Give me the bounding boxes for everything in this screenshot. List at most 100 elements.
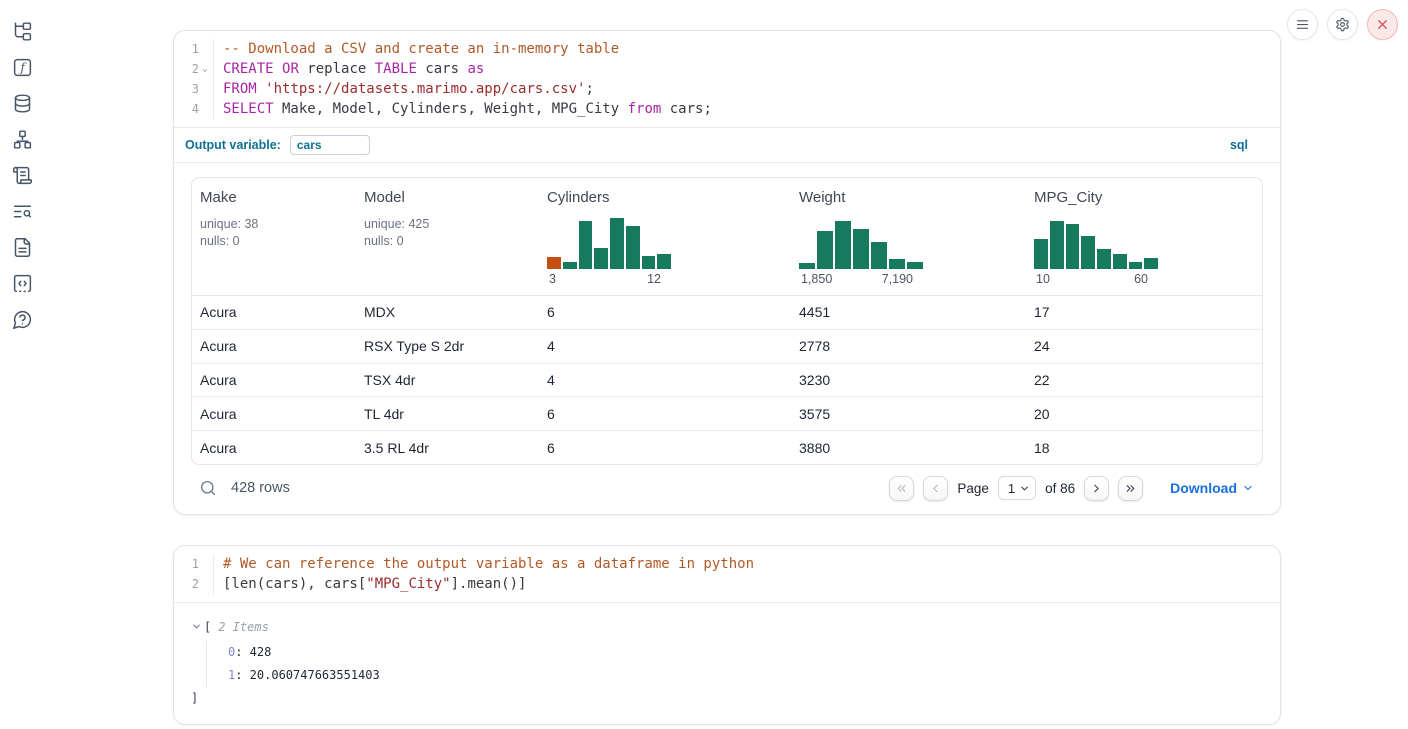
histogram-bar[interactable] bbox=[853, 229, 869, 269]
previous-page-button[interactable] bbox=[923, 476, 948, 501]
page-number-select[interactable]: 1 bbox=[998, 476, 1036, 500]
table-cell: Acura bbox=[192, 330, 356, 363]
table-cell: 22 bbox=[1026, 364, 1262, 397]
search-icon[interactable] bbox=[199, 479, 217, 497]
settings-button[interactable] bbox=[1327, 9, 1358, 40]
histogram-bar[interactable] bbox=[1097, 249, 1111, 269]
column-name: MPG_City bbox=[1034, 189, 1102, 206]
table-cell: 4 bbox=[539, 364, 791, 397]
column-histogram: 3 12 bbox=[547, 217, 671, 286]
output-entry: 1: 20.060747663551403 bbox=[228, 664, 1264, 687]
page-total-label: of 86 bbox=[1045, 481, 1075, 496]
histogram-bar[interactable] bbox=[835, 221, 851, 269]
dependency-graph-icon[interactable] bbox=[11, 128, 33, 150]
column-stat: nulls: 0 bbox=[200, 233, 258, 250]
output-variable-input[interactable] bbox=[290, 135, 370, 155]
language-badge[interactable]: sql bbox=[1230, 138, 1248, 152]
column-header-model[interactable]: Modelunique: 425nulls: 0 bbox=[356, 178, 539, 295]
column-header-mpg_city[interactable]: MPG_City1060 bbox=[1026, 178, 1262, 295]
table-cell: TSX 4dr bbox=[356, 364, 539, 397]
chevron-right-icon bbox=[1090, 482, 1103, 495]
next-page-button[interactable] bbox=[1084, 476, 1109, 501]
table-row[interactable]: AcuraRSX Type S 2dr4277824 bbox=[192, 329, 1262, 363]
table-row[interactable]: AcuraMDX6445117 bbox=[192, 296, 1262, 329]
axis-max-label: 12 bbox=[647, 272, 661, 286]
histogram-bar[interactable] bbox=[799, 263, 815, 269]
histogram-bar[interactable] bbox=[579, 221, 593, 269]
file-tree-icon[interactable] bbox=[11, 20, 33, 42]
token-kw: CREATE bbox=[223, 61, 274, 77]
column-header-weight[interactable]: Weight 1,8507,190 bbox=[791, 178, 1026, 295]
chevron-down-icon bbox=[1242, 482, 1254, 494]
axis-min-label: 3 bbox=[549, 272, 556, 286]
python-code-editor[interactable]: 1# We can reference the output variable … bbox=[174, 546, 1280, 602]
histogram-bar[interactable] bbox=[626, 226, 640, 269]
download-label: Download bbox=[1170, 480, 1237, 496]
column-header-cylinders[interactable]: Cylinders312 bbox=[539, 178, 791, 295]
menu-button[interactable] bbox=[1287, 9, 1318, 40]
column-header-make[interactable]: Makeunique: 38nulls: 0 bbox=[192, 178, 356, 295]
token-plain: ; bbox=[585, 81, 593, 97]
fold-icon[interactable]: ⌄ bbox=[199, 59, 211, 79]
histogram-bar[interactable] bbox=[889, 259, 905, 269]
shutdown-button[interactable] bbox=[1367, 9, 1398, 40]
histogram-bar[interactable] bbox=[1144, 258, 1158, 269]
histogram-bar[interactable] bbox=[1034, 239, 1048, 269]
histogram-axis-labels: 1,8507,190 bbox=[799, 269, 923, 286]
histogram-bar[interactable] bbox=[657, 254, 671, 269]
last-page-button[interactable] bbox=[1118, 476, 1143, 501]
line-number: 2 bbox=[192, 574, 199, 594]
token-kw: SELECT bbox=[223, 101, 274, 117]
token-plain: [len(cars), cars[ bbox=[223, 576, 366, 592]
gutter: 1 bbox=[174, 554, 211, 574]
gutter: 1 bbox=[174, 39, 211, 59]
help-icon[interactable] bbox=[11, 308, 33, 330]
histogram-bar[interactable] bbox=[1081, 236, 1095, 269]
sidebar: f bbox=[0, 0, 44, 330]
token-comment: -- Download a CSV and create an in-memor… bbox=[223, 41, 619, 57]
document-icon[interactable] bbox=[11, 236, 33, 258]
table-row[interactable]: AcuraTSX 4dr4323022 bbox=[192, 363, 1262, 397]
histogram-bar[interactable] bbox=[563, 262, 577, 269]
page-label: Page bbox=[957, 481, 989, 496]
scroll-icon[interactable] bbox=[11, 164, 33, 186]
database-icon[interactable] bbox=[11, 92, 33, 114]
table-cell: 6 bbox=[539, 431, 791, 464]
histogram-bar[interactable] bbox=[817, 231, 833, 269]
histogram-bar[interactable] bbox=[907, 262, 923, 269]
code-line: 1 -- Download a CSV and create an in-memo… bbox=[174, 39, 1280, 59]
code-line: 2[len(cars), cars["MPG_City"].mean()] bbox=[174, 574, 1280, 594]
column-name: Weight bbox=[799, 189, 845, 206]
histogram-bar[interactable] bbox=[1113, 254, 1127, 269]
gutter: 2⌄ bbox=[174, 59, 211, 79]
table-row[interactable]: AcuraTL 4dr6357520 bbox=[192, 396, 1262, 430]
snippets-icon[interactable] bbox=[11, 272, 33, 294]
chevron-down-icon[interactable] bbox=[191, 621, 202, 632]
histogram-bar[interactable] bbox=[547, 257, 561, 269]
download-button[interactable]: Download bbox=[1170, 480, 1254, 496]
table-cell: 3880 bbox=[791, 431, 1026, 464]
token-kw: from bbox=[628, 101, 662, 117]
histogram-bar[interactable] bbox=[1050, 221, 1064, 269]
code-text: # We can reference the output variable a… bbox=[213, 554, 1280, 574]
table-cell: Acura bbox=[192, 296, 356, 329]
first-page-button[interactable] bbox=[889, 476, 914, 501]
histogram-bar[interactable] bbox=[594, 248, 608, 269]
log-search-icon[interactable] bbox=[11, 200, 33, 222]
sql-code-editor[interactable]: 1 -- Download a CSV and create an in-memo… bbox=[174, 31, 1280, 127]
histogram-bar[interactable] bbox=[1129, 262, 1143, 269]
token-plain: ].mean()] bbox=[451, 576, 527, 592]
code-line: 1# We can reference the output variable … bbox=[174, 554, 1280, 574]
table-cell: Acura bbox=[192, 364, 356, 397]
table-row[interactable]: Acura3.5 RL 4dr6388018 bbox=[192, 430, 1262, 464]
table-cell: 6 bbox=[539, 296, 791, 329]
table-cell: MDX bbox=[356, 296, 539, 329]
histogram-bar[interactable] bbox=[1066, 224, 1080, 269]
histogram-bar[interactable] bbox=[610, 218, 624, 269]
output-entry: 0: 428 bbox=[228, 641, 1264, 664]
histogram-bar[interactable] bbox=[871, 242, 887, 269]
function-icon[interactable]: f bbox=[11, 56, 33, 78]
chevron-left-icon bbox=[929, 482, 942, 495]
histogram-bar[interactable] bbox=[642, 256, 656, 269]
axis-min-label: 10 bbox=[1036, 272, 1050, 286]
